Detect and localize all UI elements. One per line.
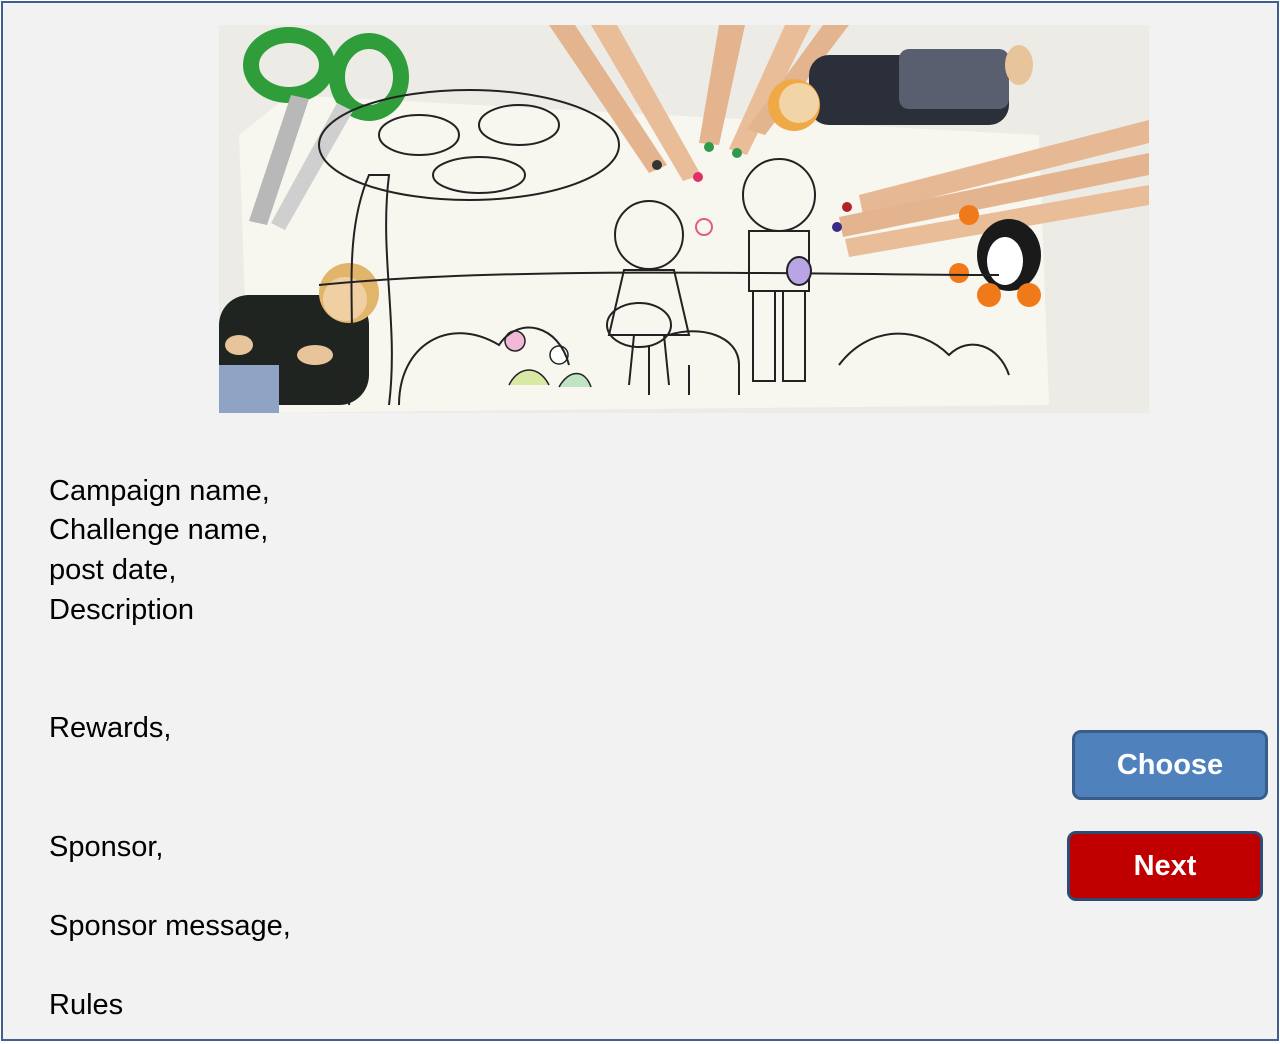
choose-button[interactable]: Choose	[1072, 730, 1268, 800]
next-button[interactable]: Next	[1067, 831, 1263, 901]
rewards-label: Rewards,	[49, 712, 172, 744]
rules-label: Rules	[49, 989, 124, 1021]
challenge-name-label: Challenge name,	[49, 514, 269, 546]
description-label: Description	[49, 594, 195, 626]
campaign-name-label: Campaign name,	[49, 475, 270, 507]
post-date-label: post date,	[49, 554, 177, 586]
sponsor-message-label: Sponsor message,	[49, 910, 291, 942]
coloring-page-illustration	[219, 25, 1149, 413]
campaign-card: Campaign name, Challenge name, post date…	[1, 1, 1279, 1041]
campaign-banner-image	[219, 25, 1149, 413]
sponsor-label: Sponsor,	[49, 831, 164, 863]
